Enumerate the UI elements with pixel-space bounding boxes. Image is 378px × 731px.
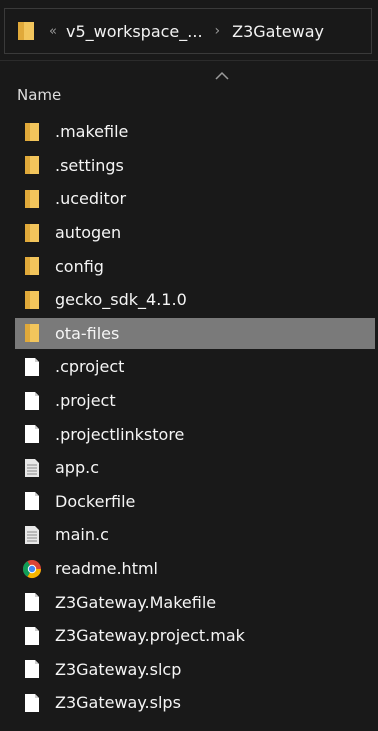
file-name: gecko_sdk_4.1.0 xyxy=(55,290,187,310)
file-name: .uceditor xyxy=(55,189,127,209)
name-column-header[interactable]: Name xyxy=(17,86,61,104)
file-list-item[interactable]: Z3Gateway.slcp xyxy=(0,653,378,687)
file-name: Z3Gateway.slps xyxy=(55,693,181,713)
sort-ascending-icon xyxy=(214,66,230,80)
text-file-icon xyxy=(22,457,42,479)
folder-icon xyxy=(22,322,42,344)
file-name: Z3Gateway.slcp xyxy=(55,659,182,679)
folder-icon xyxy=(22,289,42,311)
file-name: .projectlinkstore xyxy=(55,424,185,444)
file-icon xyxy=(22,423,42,445)
file-list-item[interactable]: .projectlinkstore xyxy=(0,417,378,451)
chrome-icon xyxy=(22,558,42,580)
file-list-item[interactable]: autogen xyxy=(0,216,378,250)
file-name: .makefile xyxy=(55,122,129,142)
chevron-right-icon[interactable]: › xyxy=(215,23,221,39)
file-list-item[interactable]: config xyxy=(0,249,378,283)
breadcrumb-parent[interactable]: v5_workspace_... xyxy=(66,22,203,41)
file-name: Dockerfile xyxy=(55,491,136,511)
breadcrumb-current[interactable]: Z3Gateway xyxy=(232,22,324,41)
file-icon xyxy=(22,591,42,613)
file-list-item[interactable]: gecko_sdk_4.1.0 xyxy=(0,283,378,317)
file-list-item[interactable]: Z3Gateway.slps xyxy=(0,686,378,720)
folder-icon xyxy=(22,154,42,176)
breadcrumb-overflow-icon[interactable]: « xyxy=(49,24,57,39)
file-list-item[interactable]: readme.html xyxy=(0,552,378,586)
folder-icon xyxy=(22,188,42,210)
text-file-icon xyxy=(22,524,42,546)
file-list-item[interactable]: Z3Gateway.project.mak xyxy=(0,619,378,653)
address-bar[interactable]: « v5_workspace_... › Z3Gateway xyxy=(0,0,378,61)
file-name: Z3Gateway.project.mak xyxy=(55,626,245,646)
folder-icon xyxy=(22,255,42,277)
bottom-edge xyxy=(0,725,378,731)
file-name: config xyxy=(55,256,104,276)
file-name: ota-files xyxy=(55,323,120,343)
file-icon xyxy=(22,490,42,512)
file-name: .project xyxy=(55,391,116,411)
file-list-item[interactable]: app.c xyxy=(0,451,378,485)
file-icon xyxy=(22,390,42,412)
file-icon xyxy=(22,356,42,378)
file-icon xyxy=(22,625,42,647)
column-header: Name xyxy=(0,62,378,112)
file-list: .makefile .settings .uceditor autogen config… xyxy=(0,115,378,720)
file-list-item[interactable]: Z3Gateway.Makefile xyxy=(0,585,378,619)
file-list-item[interactable]: .project xyxy=(0,384,378,418)
file-icon xyxy=(22,658,42,680)
file-name: main.c xyxy=(55,525,109,545)
file-list-item[interactable]: .makefile xyxy=(0,115,378,149)
file-list-item[interactable]: Dockerfile xyxy=(0,485,378,519)
file-name: app.c xyxy=(55,458,99,478)
breadcrumb[interactable]: « v5_workspace_... › Z3Gateway xyxy=(4,8,372,54)
folder-icon xyxy=(17,20,35,42)
file-list-item[interactable]: ota-files xyxy=(15,317,375,349)
file-name: readme.html xyxy=(55,559,158,579)
file-list-item[interactable]: .settings xyxy=(0,149,378,183)
file-list-item[interactable]: .cproject xyxy=(0,350,378,384)
file-name: autogen xyxy=(55,223,122,243)
file-icon xyxy=(22,692,42,714)
folder-icon xyxy=(22,222,42,244)
file-name: Z3Gateway.Makefile xyxy=(55,592,217,612)
file-name: .settings xyxy=(55,155,124,175)
file-name: .cproject xyxy=(55,357,125,377)
folder-icon xyxy=(22,121,42,143)
file-list-item[interactable]: main.c xyxy=(0,518,378,552)
file-list-item[interactable]: .uceditor xyxy=(0,182,378,216)
